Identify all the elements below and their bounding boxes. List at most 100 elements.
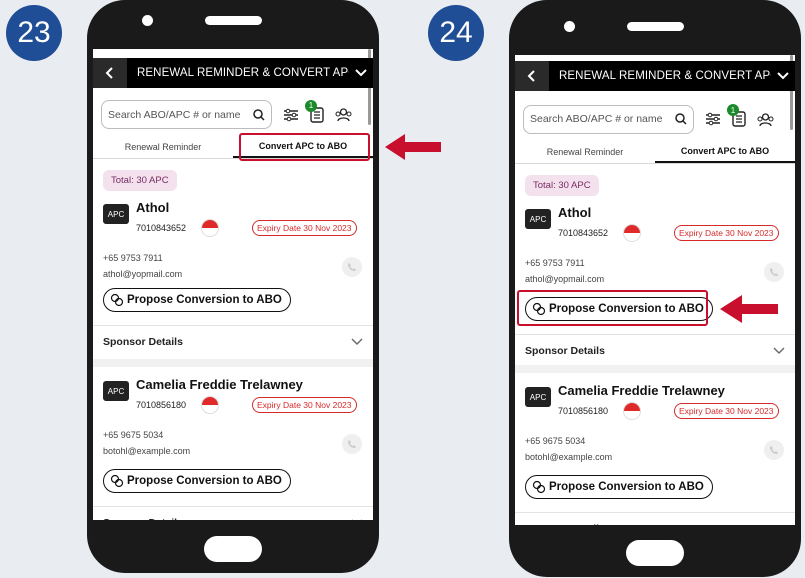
list-item: APC Camelia Freddie Trelawney 7010856180…: [515, 379, 795, 525]
member-name: Camelia Freddie Trelawney: [136, 377, 303, 392]
member-name: Camelia Freddie Trelawney: [558, 383, 725, 398]
list-item: APC Athol 7010843652 Expiry Date 30 Nov …: [93, 196, 373, 356]
tab-convert-apc-to-abo[interactable]: Convert APC to ABO: [655, 140, 795, 163]
sponsor-details-toggle[interactable]: Sponsor Details: [103, 330, 363, 354]
search-input[interactable]: Search ABO/APC # or name: [523, 104, 694, 134]
filter-icon: [706, 112, 720, 126]
member-number: 7010856180: [558, 406, 609, 416]
tab-renewal-reminder[interactable]: Renewal Reminder: [515, 140, 655, 163]
total-badge: Total: 30 APC: [525, 175, 599, 196]
search-placeholder: Search ABO/APC # or name: [530, 113, 663, 125]
call-button[interactable]: [342, 434, 362, 454]
propose-conversion-button[interactable]: Propose Conversion to ABO: [103, 288, 291, 312]
phone-camera: [564, 21, 575, 32]
phone-icon: [770, 446, 778, 454]
back-arrow-icon: [527, 70, 535, 82]
list-item: APC Athol 7010843652 Expiry Date 30 Nov …: [515, 201, 795, 361]
search-icon: [675, 113, 687, 125]
checklist-button[interactable]: 1: [305, 99, 324, 123]
sponsor-details-toggle[interactable]: Sponsor Details: [525, 517, 785, 525]
chevron-down-icon: [355, 69, 367, 77]
back-button[interactable]: [93, 58, 127, 88]
chevron-down-icon: [777, 72, 789, 80]
propose-label: Propose Conversion to ABO: [127, 475, 282, 487]
home-button[interactable]: [204, 536, 262, 562]
notification-count: 1: [305, 99, 317, 112]
sponsor-label: Sponsor Details: [103, 517, 183, 520]
member-number: 7010843652: [136, 223, 187, 233]
tab-highlight: [239, 133, 370, 161]
back-arrow-icon: [105, 67, 113, 79]
phone-number: +65 9753 7911: [103, 253, 163, 263]
header-bar: RENEWAL REMINDER & CONVERT APC TO: [515, 61, 795, 91]
people-button[interactable]: [757, 112, 774, 127]
back-button[interactable]: [515, 61, 549, 91]
red-arrow-icon: [720, 295, 778, 323]
header-bar: RENEWAL REMINDER & CONVERT APC TO: [93, 58, 373, 88]
chevron-down-icon: [351, 338, 363, 345]
propose-highlight: [517, 290, 708, 326]
divider: [515, 334, 795, 335]
call-button[interactable]: [342, 257, 362, 277]
total-badge: Total: 30 APC: [103, 170, 177, 191]
phone-icon: [348, 440, 356, 448]
call-button[interactable]: [764, 440, 784, 460]
phone-icon: [770, 268, 778, 276]
red-arrow-icon: [385, 134, 441, 160]
sponsor-details-toggle[interactable]: Sponsor Details: [525, 339, 785, 363]
header-dropdown[interactable]: [771, 72, 795, 80]
header-title: RENEWAL REMINDER & CONVERT APC TO: [559, 70, 771, 82]
divider: [93, 506, 373, 507]
sponsor-details-toggle[interactable]: Sponsor Details: [103, 511, 363, 520]
sponsor-label: Sponsor Details: [103, 336, 183, 348]
chevron-down-icon: [352, 519, 362, 520]
search-input[interactable]: Search ABO/APC # or name: [101, 100, 272, 129]
checklist-button[interactable]: 1: [727, 104, 746, 127]
singapore-flag-icon: [201, 219, 219, 237]
expiry-badge: Expiry Date 30 Nov 2023: [252, 220, 357, 236]
convert-icon: [110, 474, 124, 488]
search-row: Search ABO/APC # or name 1: [515, 104, 795, 134]
phone-frame-2: RENEWAL REMINDER & CONVERT APC TO Search…: [509, 0, 801, 577]
list-item: APC Camelia Freddie Trelawney 7010856180…: [93, 373, 373, 520]
step-number-24: 24: [428, 5, 484, 61]
member-number: 7010856180: [136, 400, 187, 410]
home-button[interactable]: [626, 540, 684, 566]
email-address: botohl@example.com: [525, 452, 613, 462]
expiry-badge: Expiry Date 30 Nov 2023: [674, 225, 779, 241]
divider: [93, 325, 373, 326]
tab-renewal-reminder[interactable]: Renewal Reminder: [93, 135, 233, 158]
propose-conversion-button[interactable]: Propose Conversion to ABO: [103, 469, 291, 493]
tab-bar: Renewal Reminder Convert APC to ABO: [515, 140, 795, 164]
phone-speaker: [205, 16, 262, 25]
apc-tag: APC: [103, 381, 129, 401]
convert-icon: [532, 480, 546, 494]
propose-conversion-button[interactable]: Propose Conversion to ABO: [525, 475, 713, 499]
step-number-23: 23: [6, 5, 62, 61]
expiry-badge: Expiry Date 30 Nov 2023: [674, 403, 779, 419]
search-icon: [253, 108, 265, 121]
header-title: RENEWAL REMINDER & CONVERT APC TO: [137, 67, 349, 79]
sponsor-label: Sponsor Details: [525, 523, 605, 525]
filter-icon: [284, 108, 298, 121]
people-button[interactable]: [335, 107, 352, 122]
header-dropdown[interactable]: [349, 69, 373, 77]
call-button[interactable]: [764, 262, 784, 282]
search-row: Search ABO/APC # or name 1: [93, 99, 373, 130]
filter-button[interactable]: [283, 108, 299, 122]
people-icon: [335, 108, 352, 122]
member-name: Athol: [136, 200, 170, 215]
filter-button[interactable]: [705, 112, 721, 126]
email-address: botohl@example.com: [103, 446, 191, 456]
member-number: 7010843652: [558, 228, 609, 238]
phone-number: +65 9675 5034: [103, 430, 164, 440]
notification-count: 1: [727, 104, 739, 116]
phone-frame-1: RENEWAL REMINDER & CONVERT APC TO Search…: [87, 0, 379, 573]
propose-label: Propose Conversion to ABO: [127, 294, 282, 306]
phone-number: +65 9675 5034: [525, 436, 586, 446]
divider: [515, 512, 795, 513]
expiry-badge: Expiry Date 30 Nov 2023: [252, 397, 357, 413]
phone-number: +65 9753 7911: [525, 258, 585, 268]
apc-tag: APC: [525, 387, 551, 407]
card-separator: [93, 359, 373, 367]
